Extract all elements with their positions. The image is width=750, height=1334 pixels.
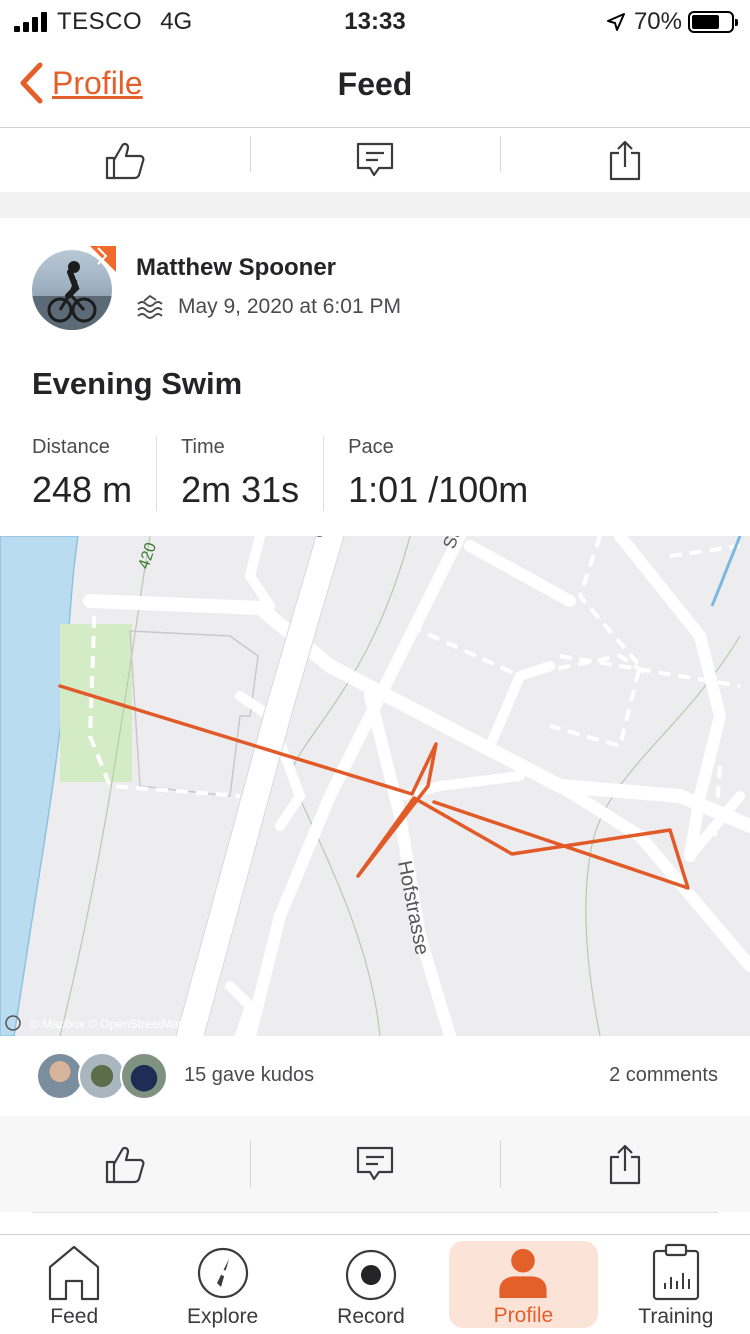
thumbs-up-icon (105, 1146, 145, 1184)
status-bar: TESCO 4G 13:33 70% (0, 0, 750, 44)
activity-card[interactable]: Matthew Spooner May 9, 2020 at 6:01 PM E… (0, 218, 750, 1234)
avatar (120, 1052, 168, 1100)
subscriber-badge-icon (90, 246, 116, 272)
tab-record[interactable]: Record (297, 1235, 445, 1334)
activity-title[interactable]: Evening Swim (32, 366, 242, 402)
avatar (78, 1052, 126, 1100)
share-icon (609, 140, 641, 181)
battery-icon (688, 11, 738, 33)
location-arrow-icon (606, 13, 625, 31)
divider (32, 1212, 718, 1213)
comment-icon (356, 1146, 394, 1181)
activity-datetime: May 9, 2020 at 6:01 PM (178, 295, 401, 318)
tab-profile[interactable]: Profile (449, 1241, 598, 1328)
tab-label: Training (638, 1305, 714, 1328)
swim-icon (137, 294, 163, 319)
tab-explore[interactable]: Explore (148, 1235, 296, 1334)
navigation-bar: Profile Feed (0, 44, 750, 128)
kudos-button[interactable] (0, 1116, 250, 1212)
athlete-name[interactable]: Matthew Spooner (136, 254, 336, 282)
calendar-chart-icon (652, 1243, 699, 1301)
comment-icon (356, 142, 394, 177)
tab-feed[interactable]: Feed (0, 1235, 148, 1334)
lake-water (0, 536, 79, 1036)
comment-button[interactable] (250, 128, 500, 192)
tab-training[interactable]: Training (602, 1235, 750, 1334)
stat-value: 1:01 /100m (348, 469, 529, 510)
record-icon (345, 1249, 397, 1301)
activity-stats: Distance 248 m Time 2m 31s Pace 1:01 /10… (32, 436, 576, 511)
activity-map[interactable]: 420 Gr St Hofstrasse © Mapbox © OpenStre… (0, 536, 750, 1036)
stat-label: Time (181, 436, 225, 458)
road-number-label: 420 (136, 540, 160, 571)
tab-label: Explore (187, 1305, 259, 1328)
comments-count[interactable]: 2 comments (609, 1064, 718, 1087)
comment-button[interactable] (250, 1116, 500, 1212)
tab-label: Record (337, 1305, 405, 1328)
kudos-count[interactable]: 15 gave kudos (184, 1064, 314, 1087)
home-icon (49, 1245, 100, 1301)
battery-percent: 70% (633, 8, 682, 35)
share-button[interactable] (500, 1116, 750, 1212)
stat-pace: Pace 1:01 /100m (348, 436, 552, 511)
stat-time: Time 2m 31s (181, 436, 325, 511)
street-label-hofstrasse: Hofstrasse (393, 859, 433, 957)
stat-distance: Distance 248 m (32, 436, 158, 511)
stat-value: 2m 31s (181, 469, 300, 510)
kudos-avatars[interactable] (36, 1052, 168, 1100)
social-summary: 15 gave kudos 2 comments (0, 1036, 750, 1116)
battery-level-fill (692, 15, 719, 29)
tab-label: Feed (50, 1305, 99, 1328)
stat-label: Distance (32, 436, 110, 458)
tab-bar: Feed Explore Record Profile Training (0, 1234, 750, 1334)
map-attribution[interactable]: © Mapbox © OpenStreetMap (30, 1017, 185, 1031)
previous-post-actions (0, 128, 750, 192)
stat-value: 248 m (32, 469, 133, 510)
avatar (36, 1052, 84, 1100)
tab-label: Profile (493, 1304, 554, 1327)
compass-icon (197, 1247, 248, 1299)
share-icon (609, 1144, 641, 1185)
stat-label: Pace (348, 436, 394, 458)
activity-actions (0, 1116, 750, 1212)
thumbs-up-icon (105, 142, 145, 180)
person-icon (499, 1248, 548, 1299)
share-button[interactable] (500, 128, 750, 192)
kudos-button[interactable] (0, 128, 250, 192)
page-title: Feed (337, 66, 413, 102)
